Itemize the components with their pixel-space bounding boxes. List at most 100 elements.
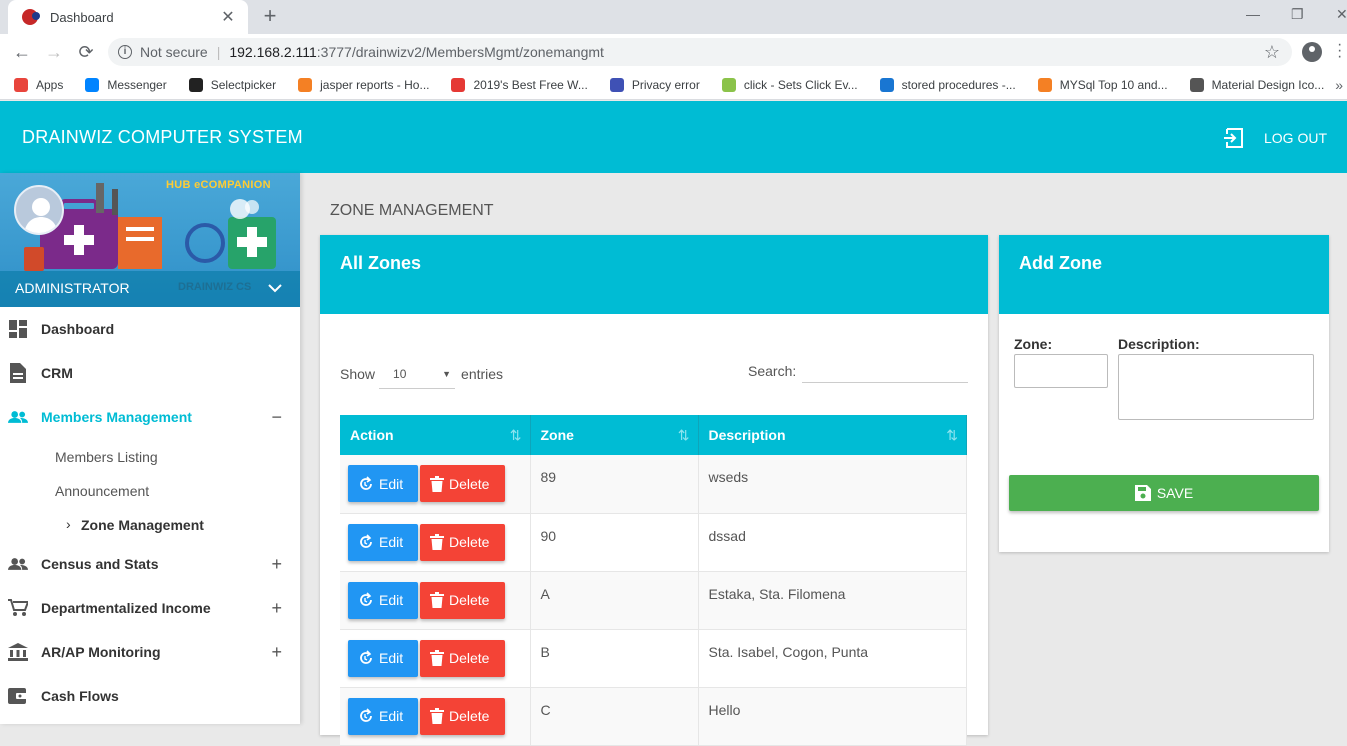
edit-button[interactable]: Edit: [348, 523, 418, 561]
minimize-icon[interactable]: —: [1246, 6, 1260, 22]
bookmark-item[interactable]: Messenger: [85, 77, 167, 92]
logout-button[interactable]: LOG OUT: [1222, 127, 1327, 149]
close-tab-icon[interactable]: ✕: [218, 7, 238, 27]
user-role-bar[interactable]: ADMINISTRATOR DRAINWIZ CS: [0, 271, 300, 307]
sidebar-item-cash-flows[interactable]: Cash Flows: [0, 674, 300, 718]
column-header-action[interactable]: Action ⇅: [340, 415, 531, 455]
url-separator: |: [216, 44, 221, 60]
sidebar-item-label: CRM: [41, 365, 73, 381]
collapse-icon[interactable]: −: [271, 407, 282, 428]
delete-label: Delete: [449, 650, 490, 666]
reload-icon[interactable]: ⟳: [74, 40, 98, 64]
sidebar-item-departmentalized-income[interactable]: Departmentalized Income +: [0, 586, 300, 630]
bookmark-item[interactable]: Material Design Ico...: [1189, 77, 1325, 92]
expand-icon[interactable]: +: [271, 598, 282, 619]
delete-button[interactable]: Delete: [420, 581, 505, 619]
description-cell: dssad: [698, 513, 967, 572]
wallet-icon: [8, 686, 28, 706]
trash-icon: [430, 534, 444, 550]
save-button[interactable]: SAVE: [1009, 475, 1319, 511]
bookmark-label: Apps: [36, 77, 64, 92]
bookmark-item[interactable]: MYSql Top 10 and...: [1037, 77, 1168, 92]
logout-icon: [1222, 127, 1264, 149]
edit-button[interactable]: Edit: [348, 639, 418, 677]
trash-icon: [430, 708, 444, 724]
action-cell: Edit Delete: [340, 571, 531, 630]
new-tab-icon[interactable]: +: [258, 5, 282, 27]
sidebar-item-label: AR/AP Monitoring: [41, 644, 161, 660]
refresh-edit-icon: [360, 592, 372, 606]
edit-label: Edit: [379, 534, 404, 550]
sidebar-item-ar-ap-monitoring[interactable]: AR/AP Monitoring +: [0, 630, 300, 674]
edit-button[interactable]: Edit: [348, 697, 418, 735]
all-zones-card: All Zones Show 10 ▼ entries Search: Acti…: [320, 235, 988, 746]
edit-label: Edit: [379, 475, 404, 492]
column-header-zone[interactable]: Zone ⇅: [530, 415, 699, 455]
expand-icon[interactable]: +: [271, 554, 282, 575]
logout-label: LOG OUT: [1263, 130, 1327, 146]
bookmark-label: 2019's Best Free W...: [473, 77, 588, 92]
bookmark-favicon-icon: [188, 77, 203, 92]
banner-cs-text: DRAINWIZ CS: [178, 281, 252, 293]
delete-button[interactable]: Delete: [420, 465, 505, 502]
sidebar-subitem-members-listing[interactable]: Members Listing: [55, 449, 158, 465]
all-zones-title: All Zones: [320, 235, 988, 314]
expand-icon[interactable]: +: [271, 642, 282, 663]
profile-icon[interactable]: [1302, 42, 1322, 62]
search-input[interactable]: [802, 359, 969, 383]
sort-icon[interactable]: ⇅: [678, 427, 690, 444]
sidebar-item-dashboard[interactable]: Dashboard: [0, 307, 300, 351]
bookmark-star-icon[interactable]: ☆: [1264, 42, 1280, 63]
bookmark-label: Messenger: [107, 77, 167, 92]
chevron-down-icon[interactable]: [268, 283, 282, 293]
bookmark-item[interactable]: jasper reports - Ho...: [298, 77, 430, 92]
column-header-description[interactable]: Description ⇅: [698, 415, 967, 455]
sidebar-item-census-and-stats[interactable]: Census and Stats +: [0, 542, 300, 586]
sidebar-item-crm[interactable]: CRM: [0, 351, 300, 395]
sidebar-subitem-announcement[interactable]: Announcement: [55, 483, 149, 499]
restore-icon[interactable]: ❐: [1291, 6, 1304, 23]
table-row: Edit Delete 89 wseds: [340, 455, 967, 514]
delete-button[interactable]: Delete: [420, 639, 505, 677]
avatar[interactable]: [14, 185, 64, 235]
bookmark-item[interactable]: Privacy error: [609, 77, 700, 92]
bookmark-label: jasper reports - Ho...: [320, 77, 430, 92]
bookmark-item[interactable]: click - Sets Click Ev...: [721, 77, 858, 92]
bookmark-favicon-icon: [1189, 77, 1204, 92]
trash-icon: [430, 475, 444, 492]
entries-select[interactable]: 10 ▼: [379, 359, 456, 389]
user-role-label: ADMINISTRATOR: [15, 280, 130, 296]
more-bookmarks-icon[interactable]: »: [1335, 77, 1343, 93]
tab-title: Dashboard: [50, 9, 114, 25]
delete-button[interactable]: Delete: [420, 523, 505, 561]
close-window-icon[interactable]: ✕: [1336, 6, 1347, 23]
refresh-edit-icon: [360, 708, 372, 722]
bookmark-item[interactable]: Selectpicker: [188, 77, 276, 92]
bookmark-label: Material Design Ico...: [1211, 77, 1325, 92]
sidebar-item-members-management[interactable]: Members Management −: [0, 395, 300, 439]
info-icon[interactable]: i: [118, 45, 132, 59]
description-textarea[interactable]: [1118, 354, 1314, 420]
edit-button[interactable]: Edit: [348, 465, 418, 502]
sort-icon[interactable]: ⇅: [510, 427, 522, 444]
bookmark-label: click - Sets Click Ev...: [743, 77, 858, 92]
bookmark-item[interactable]: 2019's Best Free W...: [451, 77, 588, 92]
delete-label: Delete: [449, 708, 490, 724]
delete-button[interactable]: Delete: [420, 697, 505, 735]
sort-icon[interactable]: ⇅: [946, 427, 958, 444]
sidebar-subitem-zone-management[interactable]: Zone Management: [81, 517, 204, 533]
bookmark-item[interactable]: Apps: [14, 77, 64, 92]
description-field-label: Description:: [1118, 336, 1200, 352]
chevron-right-icon: ›: [66, 516, 71, 532]
app-header: DRAINWIZ COMPUTER SYSTEM LOG OUT: [0, 101, 1347, 173]
bookmark-favicon-icon: [451, 77, 466, 92]
edit-button[interactable]: Edit: [348, 581, 418, 619]
url-bar[interactable]: i Not secure | 192.168.2.111 :3777/drain…: [108, 38, 1292, 66]
sidebar-item-label: Cash Flows: [41, 688, 119, 704]
forward-icon[interactable]: →: [42, 40, 66, 64]
bookmark-item[interactable]: stored procedures -...: [879, 77, 1016, 92]
browser-menu-icon[interactable]: · · ·: [1337, 37, 1342, 65]
zone-input[interactable]: [1014, 354, 1108, 388]
browser-tab[interactable]: Dashboard ✕: [8, 0, 248, 34]
back-icon[interactable]: ←: [10, 40, 34, 64]
